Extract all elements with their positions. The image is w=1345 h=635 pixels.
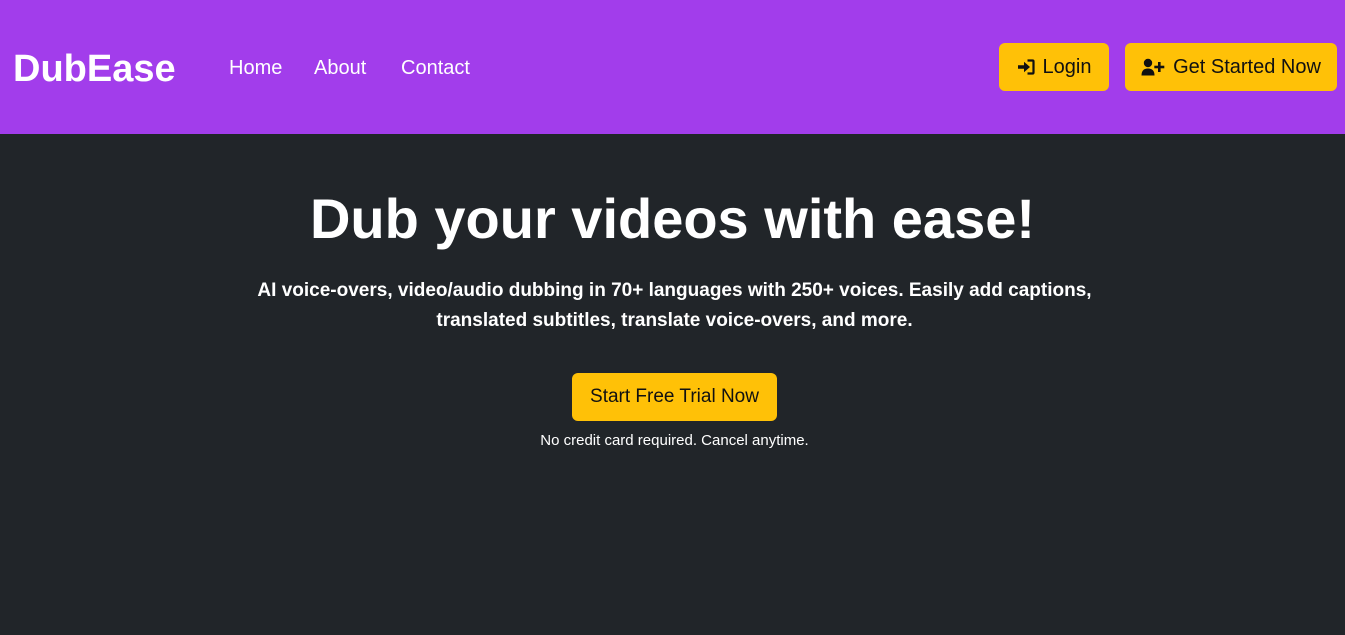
hero-subtitle: AI voice-overs, video/audio dubbing in 7… <box>222 276 1127 336</box>
nav-link-contact[interactable]: Contact <box>401 56 470 80</box>
user-plus-icon <box>1141 58 1165 76</box>
get-started-button[interactable]: Get Started Now <box>1125 43 1337 91</box>
hero-subtitle-line-1: AI voice-overs, video/audio dubbing in 7… <box>257 280 1092 301</box>
login-button[interactable]: Login <box>999 43 1109 91</box>
trial-note: No credit card required. Cancel anytime. <box>540 432 809 449</box>
nav-link-about[interactable]: About <box>314 56 366 80</box>
hero-subtitle-line-2: translated subtitles, translate voice-ov… <box>436 310 913 331</box>
login-button-label: Login <box>1042 55 1092 78</box>
navbar: DubEase Home About Contact Login Get Sta… <box>0 0 1345 134</box>
nav-link-home[interactable]: Home <box>229 56 282 80</box>
sign-in-icon <box>1017 59 1035 75</box>
hero-title: Dub your videos with ease! <box>309 187 1036 250</box>
start-free-trial-button[interactable]: Start Free Trial Now <box>572 373 777 421</box>
brand-logo[interactable]: DubEase <box>13 46 176 92</box>
get-started-button-label: Get Started Now <box>1173 55 1321 78</box>
